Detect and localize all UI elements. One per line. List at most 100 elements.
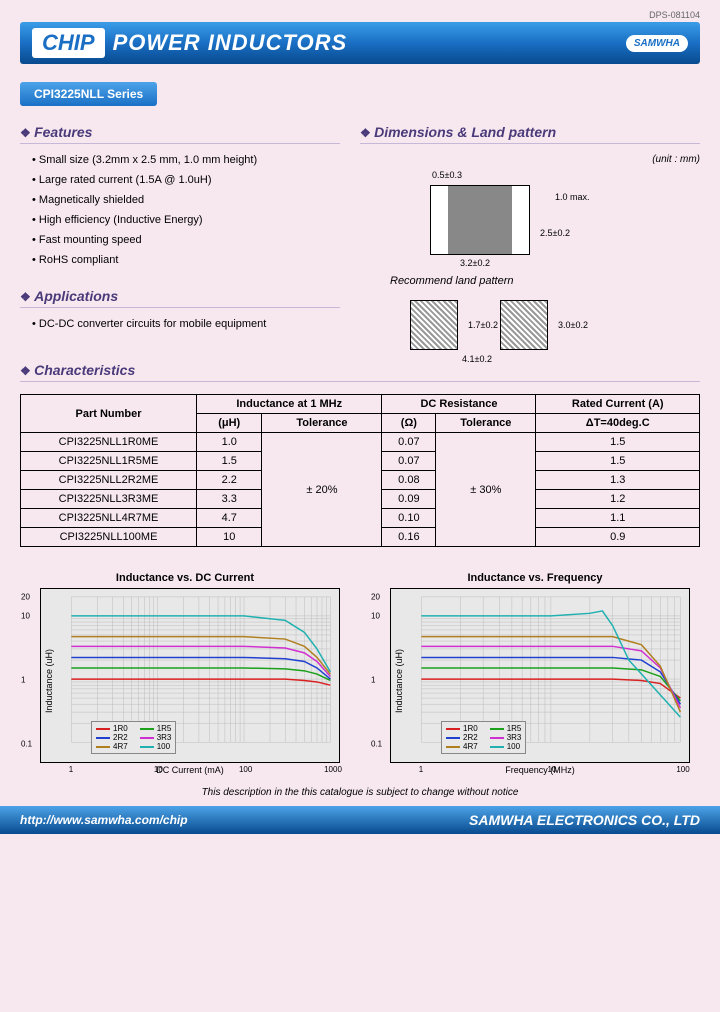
th-rated: Rated Current (A) xyxy=(536,395,700,414)
y-tick: 0.1 xyxy=(371,740,382,749)
feature-item: Magnetically shielded xyxy=(32,194,340,206)
cell-uh: 1.5 xyxy=(197,452,262,471)
series-badge: CPI3225NLL Series xyxy=(20,82,157,106)
characteristics-table: Part Number Inductance at 1 MHz DC Resis… xyxy=(20,394,700,547)
cell-ohm: 0.10 xyxy=(382,509,436,528)
dim-width: 3.2±0.2 xyxy=(460,258,490,268)
legend-item: 1R5 xyxy=(490,724,522,733)
legend-item: 3R3 xyxy=(490,733,522,742)
cell-pn: CPI3225NLL1R5ME xyxy=(21,452,197,471)
x-tick: 1000 xyxy=(324,765,342,774)
cell-pn: CPI3225NLL1R0ME xyxy=(21,433,197,452)
chart1-ylabel: Inductance (uH) xyxy=(44,648,54,712)
chart2-xlabel: Frequency (MHz) xyxy=(390,765,690,775)
y-tick: 20 xyxy=(21,593,30,602)
cell-rated: 1.1 xyxy=(536,509,700,528)
cell-rated: 1.5 xyxy=(536,452,700,471)
chart2-ylabel: Inductance (uH) xyxy=(394,648,404,712)
chart-legend: 1R01R52R23R34R7100 xyxy=(441,721,526,754)
chart1-title: Inductance vs. DC Current xyxy=(30,572,340,584)
land-w: 4.1±0.2 xyxy=(462,354,492,364)
y-tick: 1 xyxy=(371,676,375,685)
legend-item: 4R7 xyxy=(446,742,478,751)
cell-uh: 1.0 xyxy=(197,433,262,452)
footer: http://www.samwha.com/chip SAMWHA ELECTR… xyxy=(0,806,720,834)
y-tick: 10 xyxy=(21,612,30,621)
th-ind: Inductance at 1 MHz xyxy=(197,395,382,414)
legend-item: 3R3 xyxy=(140,733,172,742)
doc-id: DPS-081104 xyxy=(20,10,700,20)
legend-item: 1R0 xyxy=(446,724,478,733)
feature-item: Large rated current (1.5A @ 1.0uH) xyxy=(32,174,340,186)
cell-pn: CPI3225NLL3R3ME xyxy=(21,490,197,509)
cell-uh: 10 xyxy=(197,528,262,547)
y-tick: 10 xyxy=(371,612,380,621)
unit-label: (unit : mm) xyxy=(360,154,700,165)
x-tick: 100 xyxy=(676,765,689,774)
cell-pn: CPI3225NLL4R7ME xyxy=(21,509,197,528)
feature-item: Small size (3.2mm x 2.5 mm, 1.0 mm heigh… xyxy=(32,154,340,166)
cell-uh: 3.3 xyxy=(197,490,262,509)
cell-ind-tol: ± 20% xyxy=(262,433,382,547)
legend-item: 4R7 xyxy=(96,742,128,751)
legend-item: 100 xyxy=(490,742,522,751)
header-banner: CHIP POWER INDUCTORS SAMWHA xyxy=(20,22,700,64)
table-row: CPI3225NLL1R0ME1.0± 20%0.07± 30%1.5 xyxy=(21,433,700,452)
cell-uh: 4.7 xyxy=(197,509,262,528)
footer-company: SAMWHA ELECTRONICS CO., LTD xyxy=(469,812,700,828)
applications-list: DC-DC converter circuits for mobile equi… xyxy=(20,318,340,330)
legend-item: 1R0 xyxy=(96,724,128,733)
land-pattern-title: Recommend land pattern xyxy=(390,275,700,287)
th-dcr: DC Resistance xyxy=(382,395,536,414)
brand-logo: SAMWHA xyxy=(626,35,688,52)
th-ohm: (Ω) xyxy=(382,414,436,433)
th-uh: (μH) xyxy=(197,414,262,433)
th-dcr-tol: Tolerance xyxy=(436,414,536,433)
chart1-xlabel: DC Current (mA) xyxy=(40,765,340,775)
chart-inductance-current: Inductance vs. DC Current Inductance (uH… xyxy=(30,572,340,775)
cell-rated: 1.5 xyxy=(536,433,700,452)
dimensions-title: Dimensions & Land pattern xyxy=(360,124,700,144)
footer-url: http://www.samwha.com/chip xyxy=(20,813,188,827)
land-gap: 1.7±0.2 xyxy=(468,320,498,330)
cell-rated: 1.3 xyxy=(536,471,700,490)
dimensions-figure: 0.5±0.3 1.0 max. 3.2±0.2 2.5±0.2 xyxy=(390,170,630,265)
y-tick: 1 xyxy=(21,676,25,685)
chart-inductance-frequency: Inductance vs. Frequency Inductance (uH)… xyxy=(380,572,690,775)
th-part: Part Number xyxy=(21,395,197,433)
th-ind-tol: Tolerance xyxy=(262,414,382,433)
banner-title: POWER INDUCTORS xyxy=(113,30,348,56)
feature-item: High efficiency (Inductive Energy) xyxy=(32,214,340,226)
x-tick: 10 xyxy=(154,765,163,774)
cell-ohm: 0.09 xyxy=(382,490,436,509)
disclaimer: This description in the this catalogue i… xyxy=(20,787,700,798)
chip-label: CHIP xyxy=(32,28,105,58)
features-list: Small size (3.2mm x 2.5 mm, 1.0 mm heigh… xyxy=(20,154,340,266)
y-tick: 20 xyxy=(371,593,380,602)
x-tick: 1 xyxy=(69,765,73,774)
characteristics-title: Characteristics xyxy=(20,362,700,382)
cell-rated: 1.2 xyxy=(536,490,700,509)
y-tick: 0.1 xyxy=(21,740,32,749)
feature-item: RoHS compliant xyxy=(32,254,340,266)
cell-pn: CPI3225NLL2R2ME xyxy=(21,471,197,490)
chart2-title: Inductance vs. Frequency xyxy=(380,572,690,584)
dim-height: 1.0 max. xyxy=(555,192,590,202)
x-tick: 1 xyxy=(419,765,423,774)
application-item: DC-DC converter circuits for mobile equi… xyxy=(32,318,340,330)
applications-title: Applications xyxy=(20,288,340,308)
dim-depth: 2.5±0.2 xyxy=(540,228,570,238)
th-rated-sub: ΔT=40deg.C xyxy=(536,414,700,433)
cell-pn: CPI3225NLL100ME xyxy=(21,528,197,547)
feature-item: Fast mounting speed xyxy=(32,234,340,246)
land-pattern-figure: 1.7±0.2 3.0±0.2 4.1±0.2 xyxy=(390,292,610,362)
features-title: Features xyxy=(20,124,340,144)
x-tick: 10 xyxy=(548,765,557,774)
cell-ohm: 0.16 xyxy=(382,528,436,547)
cell-dcr-tol: ± 30% xyxy=(436,433,536,547)
x-tick: 100 xyxy=(239,765,252,774)
chart-legend: 1R01R52R23R34R7100 xyxy=(91,721,176,754)
land-h: 3.0±0.2 xyxy=(558,320,588,330)
legend-item: 2R2 xyxy=(96,733,128,742)
legend-item: 100 xyxy=(140,742,172,751)
